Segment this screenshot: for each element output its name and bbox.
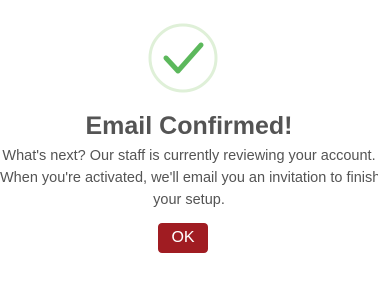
dialog-message: What's next? Our staff is currently revi… xyxy=(0,145,378,211)
ok-button[interactable]: OK xyxy=(158,223,208,253)
success-checkmark-icon xyxy=(148,23,218,93)
message-line: What's next? Our staff is currently revi… xyxy=(2,148,376,164)
message-line: your setup. xyxy=(153,192,225,208)
confirmation-dialog: Email Confirmed! What's next? Our staff … xyxy=(0,0,378,287)
dialog-title: Email Confirmed! xyxy=(85,112,293,140)
message-line: When you're activated, we'll email you a… xyxy=(0,170,378,186)
